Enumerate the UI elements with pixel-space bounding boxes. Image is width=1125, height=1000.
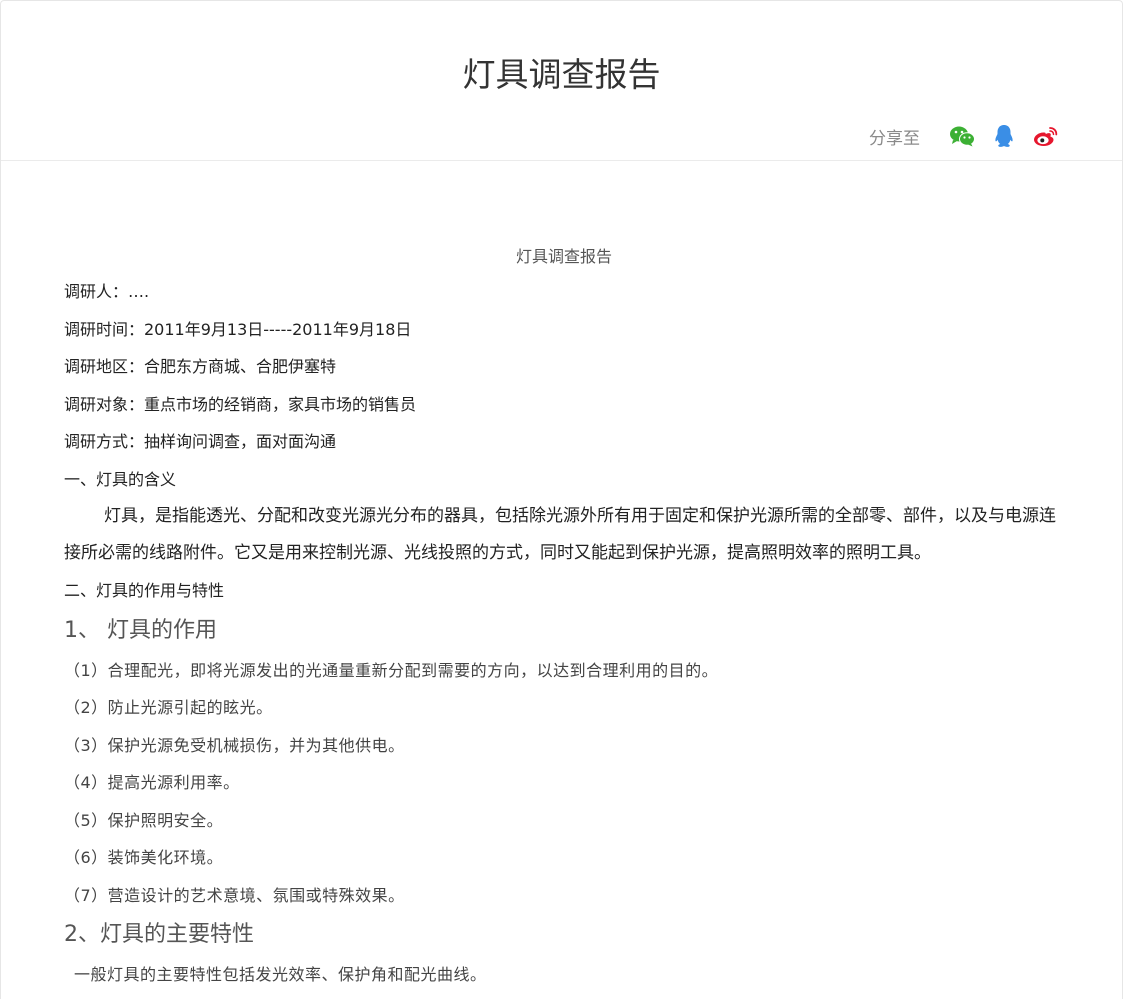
list-item: （3）保护光源免受机械损伤，并为其他供电。 bbox=[64, 735, 405, 755]
share-label: 分享至 bbox=[869, 128, 920, 149]
meta-researcher: 调研人：…. bbox=[64, 282, 150, 301]
meta-subjects: 调研对象：重点市场的经销商，家具市场的销售员 bbox=[64, 394, 417, 414]
list-item: （7）营造设计的艺术意境、氛围或特殊效果。 bbox=[64, 885, 405, 905]
page-title: 灯具调查报告 bbox=[462, 55, 661, 94]
meta-region: 调研地区：合肥东方商城、合肥伊塞特 bbox=[64, 357, 337, 376]
wechat-icon[interactable] bbox=[948, 122, 976, 150]
subsection-paragraph-2: 一般灯具的主要特性包括发光效率、保护角和配光曲线。 bbox=[74, 965, 487, 984]
article-page: 灯具调查报告 分享至 灯具调查报告 调研人：…. 调研时间：2011年9月13日… bbox=[0, 0, 1123, 999]
qq-icon[interactable] bbox=[990, 122, 1018, 150]
section-heading-1: 一、灯具的含义 bbox=[64, 469, 177, 489]
article-header: 灯具调查报告 分享至 bbox=[1, 1, 1122, 161]
list-item: （2）防止光源引起的眩光。 bbox=[64, 698, 273, 717]
list-item: （6）装饰美化环境。 bbox=[64, 848, 224, 867]
section-paragraph-1: 灯具，是指能透光、分配和改变光源光分布的器具，包括除光源外所有用于固定和保护光源… bbox=[64, 506, 1056, 563]
weibo-icon[interactable] bbox=[1032, 122, 1060, 150]
meta-time: 调研时间：2011年9月13日-----2011年9月18日 bbox=[64, 319, 412, 339]
list-item: （4）提高光源利用率。 bbox=[64, 773, 240, 792]
section-heading-2: 二、灯具的作用与特性 bbox=[64, 581, 225, 600]
list-item: （5）保护照明安全。 bbox=[64, 810, 224, 830]
document-title: 灯具调查报告 bbox=[515, 247, 612, 266]
subsection-heading-1: 1、 灯具的作用 bbox=[64, 617, 217, 643]
subsection-heading-2: 2、灯具的主要特性 bbox=[64, 922, 254, 947]
article-content: 灯具调查报告 调研人：…. 调研时间：2011年9月13日-----2011年9… bbox=[64, 241, 1064, 994]
list-item: （1）合理配光，即将光源发出的光通量重新分配到需要的方向，以达到合理利用的目的。 bbox=[64, 660, 719, 680]
share-bar: 分享至 bbox=[869, 122, 1060, 150]
meta-method: 调研方式：抽样询问调查，面对面沟通 bbox=[64, 432, 337, 451]
